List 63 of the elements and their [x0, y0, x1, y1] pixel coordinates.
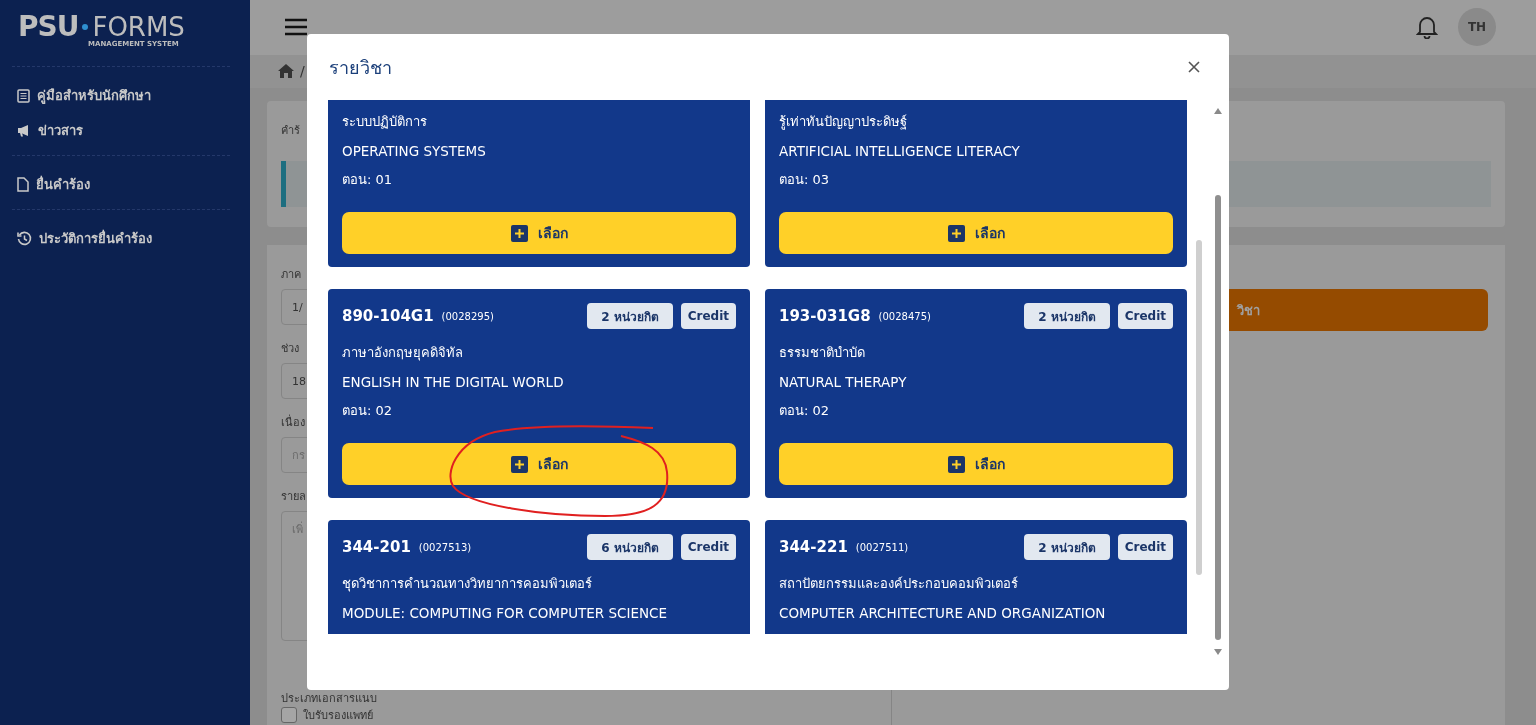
dialog-title: รายวิชา [329, 55, 392, 80]
course-name-thai: รู้เท่าทันปัญญาประดิษฐ์ [779, 113, 908, 132]
course-name-english: OPERATING SYSTEMS [342, 141, 487, 161]
sidebar-item[interactable]: ข่าวสาร [17, 120, 230, 141]
course-section: ตอน: 02 [342, 396, 736, 425]
select-button[interactable]: เลือก [779, 443, 1173, 485]
course-id: (0028295) [441, 310, 494, 322]
units-badge: 2 หน่วยกิต [587, 303, 673, 329]
course-name-thai: ภาษาอังกฤษยุคดิจิทัล [342, 344, 464, 363]
history-icon [17, 231, 32, 246]
close-button[interactable] [1187, 60, 1201, 74]
course-name-english: COMPUTER ARCHITECTURE AND ORGANIZATION [779, 603, 1107, 623]
credit-badge: Credit [1117, 534, 1173, 560]
plus-icon [947, 224, 965, 242]
plus-icon [510, 224, 528, 242]
course-code: 344-201 [342, 538, 411, 556]
course-section: ตอน: 01 [342, 165, 736, 194]
course-name-thai: สถาปัตยกรรมและองค์ประกอบคอมพิวเตอร์ [779, 575, 1019, 593]
course-section: ตอน: 03 [779, 165, 1173, 194]
home-icon[interactable] [278, 64, 294, 79]
sidebar-item[interactable]: คู่มือสำหรับนักศึกษา [17, 85, 230, 106]
checkbox[interactable] [281, 707, 297, 723]
units-badge: 6 หน่วยกิต [587, 534, 673, 560]
field-label: เนื่อง [281, 413, 305, 431]
select-button[interactable]: เลือก [342, 212, 736, 254]
course-code: 193-031G8 [779, 307, 871, 325]
select-button[interactable]: เลือก [342, 443, 736, 485]
field-label: รายล [281, 489, 306, 505]
course-name-english: MODULE: COMPUTING FOR COMPUTER SCIENCE [342, 603, 669, 623]
megaphone-icon [17, 124, 31, 137]
course-section: ตอน: 02 [779, 396, 1173, 425]
breadcrumb-separator: / [300, 63, 305, 80]
course-id: (0028475) [878, 310, 931, 322]
course-code: 890-104G1 [342, 307, 434, 325]
credit-badge: Credit [1117, 303, 1173, 329]
units-badge: 2 หน่วยกิต [1024, 534, 1110, 560]
request-title: คำร้ [281, 123, 300, 139]
user-avatar[interactable]: TH [1458, 8, 1496, 47]
course-id: (0027513) [418, 541, 472, 553]
sidebar-item[interactable]: ยื่นคำร้อง [17, 174, 230, 195]
course-name-thai: ระบบปฏิบัติการ [342, 113, 428, 131]
course-name-thai: ธรรมชาติบำบัด [779, 344, 866, 362]
sidebar-item[interactable]: ประวัติการยื่นคำร้อง [17, 228, 230, 249]
plus-icon [947, 455, 965, 473]
plus-icon [510, 455, 528, 473]
course-name-thai: ชุดวิชาการคำนวณทางวิทยาการคอมพิวเตอร์ [342, 575, 593, 594]
field-label: ภาค [281, 267, 301, 283]
field-label: ช่วง [281, 341, 299, 357]
bell-icon[interactable] [1416, 15, 1438, 40]
course-id: (0027511) [855, 541, 909, 553]
course-name-english: ENGLISH IN THE DIGITAL WORLD [342, 372, 565, 392]
menu-icon[interactable] [285, 18, 307, 37]
course-name-english: NATURAL THERAPY [779, 372, 908, 392]
field-label: ประเภทเอกสารแนบ [281, 691, 377, 707]
units-badge: 2 หน่วยกิต [1024, 303, 1110, 329]
credit-badge: Credit [680, 534, 736, 560]
credit-badge: Credit [680, 303, 736, 329]
course-name-english: ARTIFICIAL INTELLIGENCE LITERACY [779, 141, 1021, 161]
select-button[interactable]: เลือก [779, 212, 1173, 254]
course-code: 344-221 [779, 538, 848, 556]
checkbox-label: ใบรับรองแพทย์ [303, 708, 373, 724]
file-icon [17, 177, 29, 192]
book-icon [17, 88, 30, 103]
